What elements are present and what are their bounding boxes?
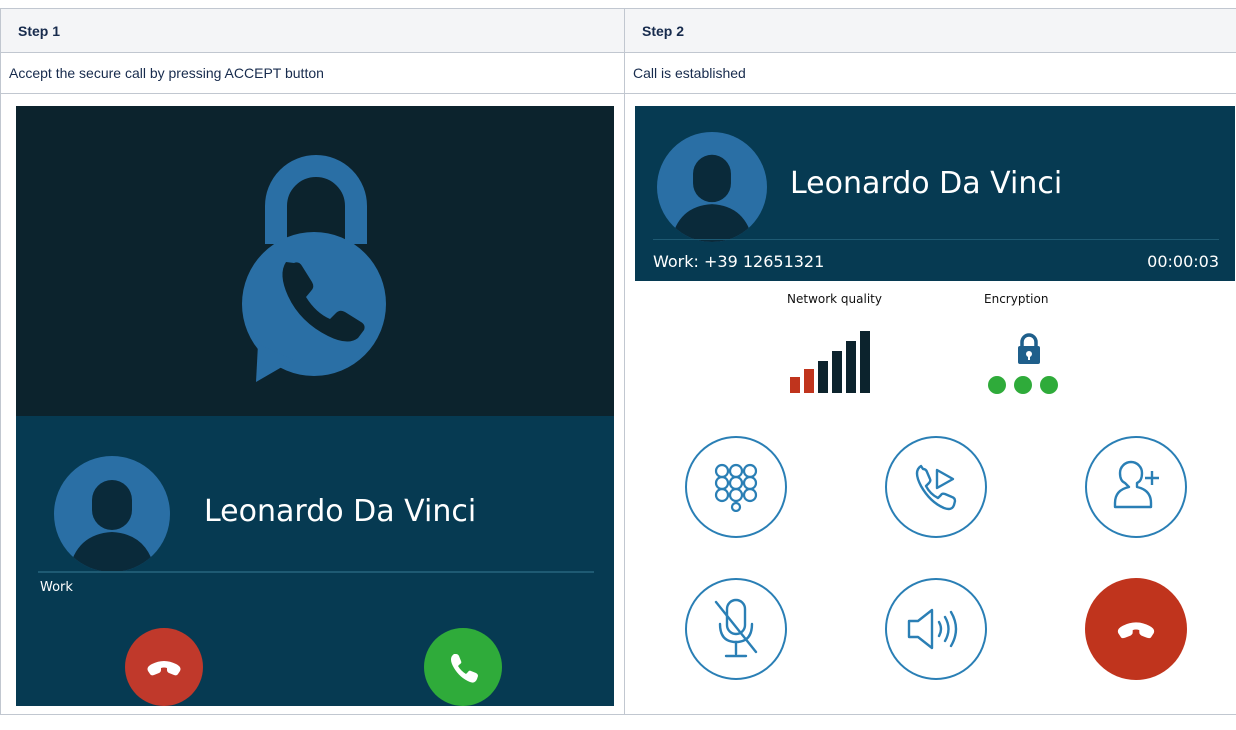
signal-bar: [846, 341, 856, 393]
hangup-icon: [1117, 622, 1155, 639]
incoming-call-screen: Leonardo Da Vinci Work: [16, 106, 614, 706]
speaker-button[interactable]: [885, 578, 987, 680]
speaker-icon: [907, 608, 958, 650]
signal-bar: [860, 331, 870, 393]
encryption-label: Encryption: [984, 292, 1049, 306]
reject-button[interactable]: [125, 628, 203, 706]
signal-bar: [790, 377, 800, 393]
add-contact-icon: [1113, 460, 1159, 509]
encryption-dot: [1040, 376, 1058, 394]
signal-strength-icon: [790, 331, 870, 393]
active-call-screen: Leonardo Da Vinci Work: +39 12651321 00:…: [635, 106, 1235, 706]
page: Step 1 Step 2 Accept the secure call by …: [0, 0, 1236, 730]
secure-call-lock-icon: [242, 155, 386, 382]
dialpad-button[interactable]: [685, 436, 787, 538]
end-call-button[interactable]: [1085, 578, 1187, 680]
dialpad-icon: [714, 463, 758, 512]
transfer-call-icon: [915, 464, 957, 511]
caller-number: Work: +39 12651321: [653, 252, 825, 271]
step-2-screenshot-cell: Leonardo Da Vinci Work: +39 12651321 00:…: [624, 93, 1236, 715]
padlock-icon: [1018, 333, 1040, 364]
header-step-2: Step 2: [624, 8, 1236, 53]
table-row: Accept the secure call by pressing ACCEP…: [0, 52, 1236, 94]
caller-name: Leonardo Da Vinci: [204, 494, 477, 529]
transfer-call-button[interactable]: [885, 436, 987, 538]
header-step-1: Step 1: [0, 8, 625, 53]
table-header-row: Step 1 Step 2: [0, 8, 1236, 53]
encryption-status: [988, 376, 1058, 394]
table-row: Leonardo Da Vinci Work Leonardo Da Vinci…: [0, 93, 1236, 715]
mute-icon: [714, 598, 758, 658]
accept-button[interactable]: [424, 628, 502, 706]
hangup-icon: [147, 661, 181, 676]
encryption-dot: [1014, 376, 1032, 394]
line-label: Work: [40, 580, 73, 595]
mute-button[interactable]: [685, 578, 787, 680]
signal-bar: [832, 351, 842, 393]
network-quality-label: Network quality: [787, 292, 882, 306]
avatar: [54, 456, 170, 572]
signal-bar: [804, 369, 814, 393]
call-duration: 00:00:03: [1147, 252, 1219, 271]
avatar: [657, 132, 767, 242]
step-1-description: Accept the secure call by pressing ACCEP…: [0, 52, 625, 94]
step-2-description: Call is established: [624, 52, 1236, 94]
caller-name: Leonardo Da Vinci: [790, 166, 1063, 201]
divider: [653, 239, 1219, 240]
phone-icon: [451, 654, 478, 683]
step-1-screenshot-cell: Leonardo Da Vinci Work: [0, 93, 625, 715]
steps-table: Step 1 Step 2 Accept the secure call by …: [0, 8, 1236, 715]
divider: [38, 571, 594, 573]
add-contact-button[interactable]: [1085, 436, 1187, 538]
encryption-dot: [988, 376, 1006, 394]
signal-bar: [818, 361, 828, 393]
